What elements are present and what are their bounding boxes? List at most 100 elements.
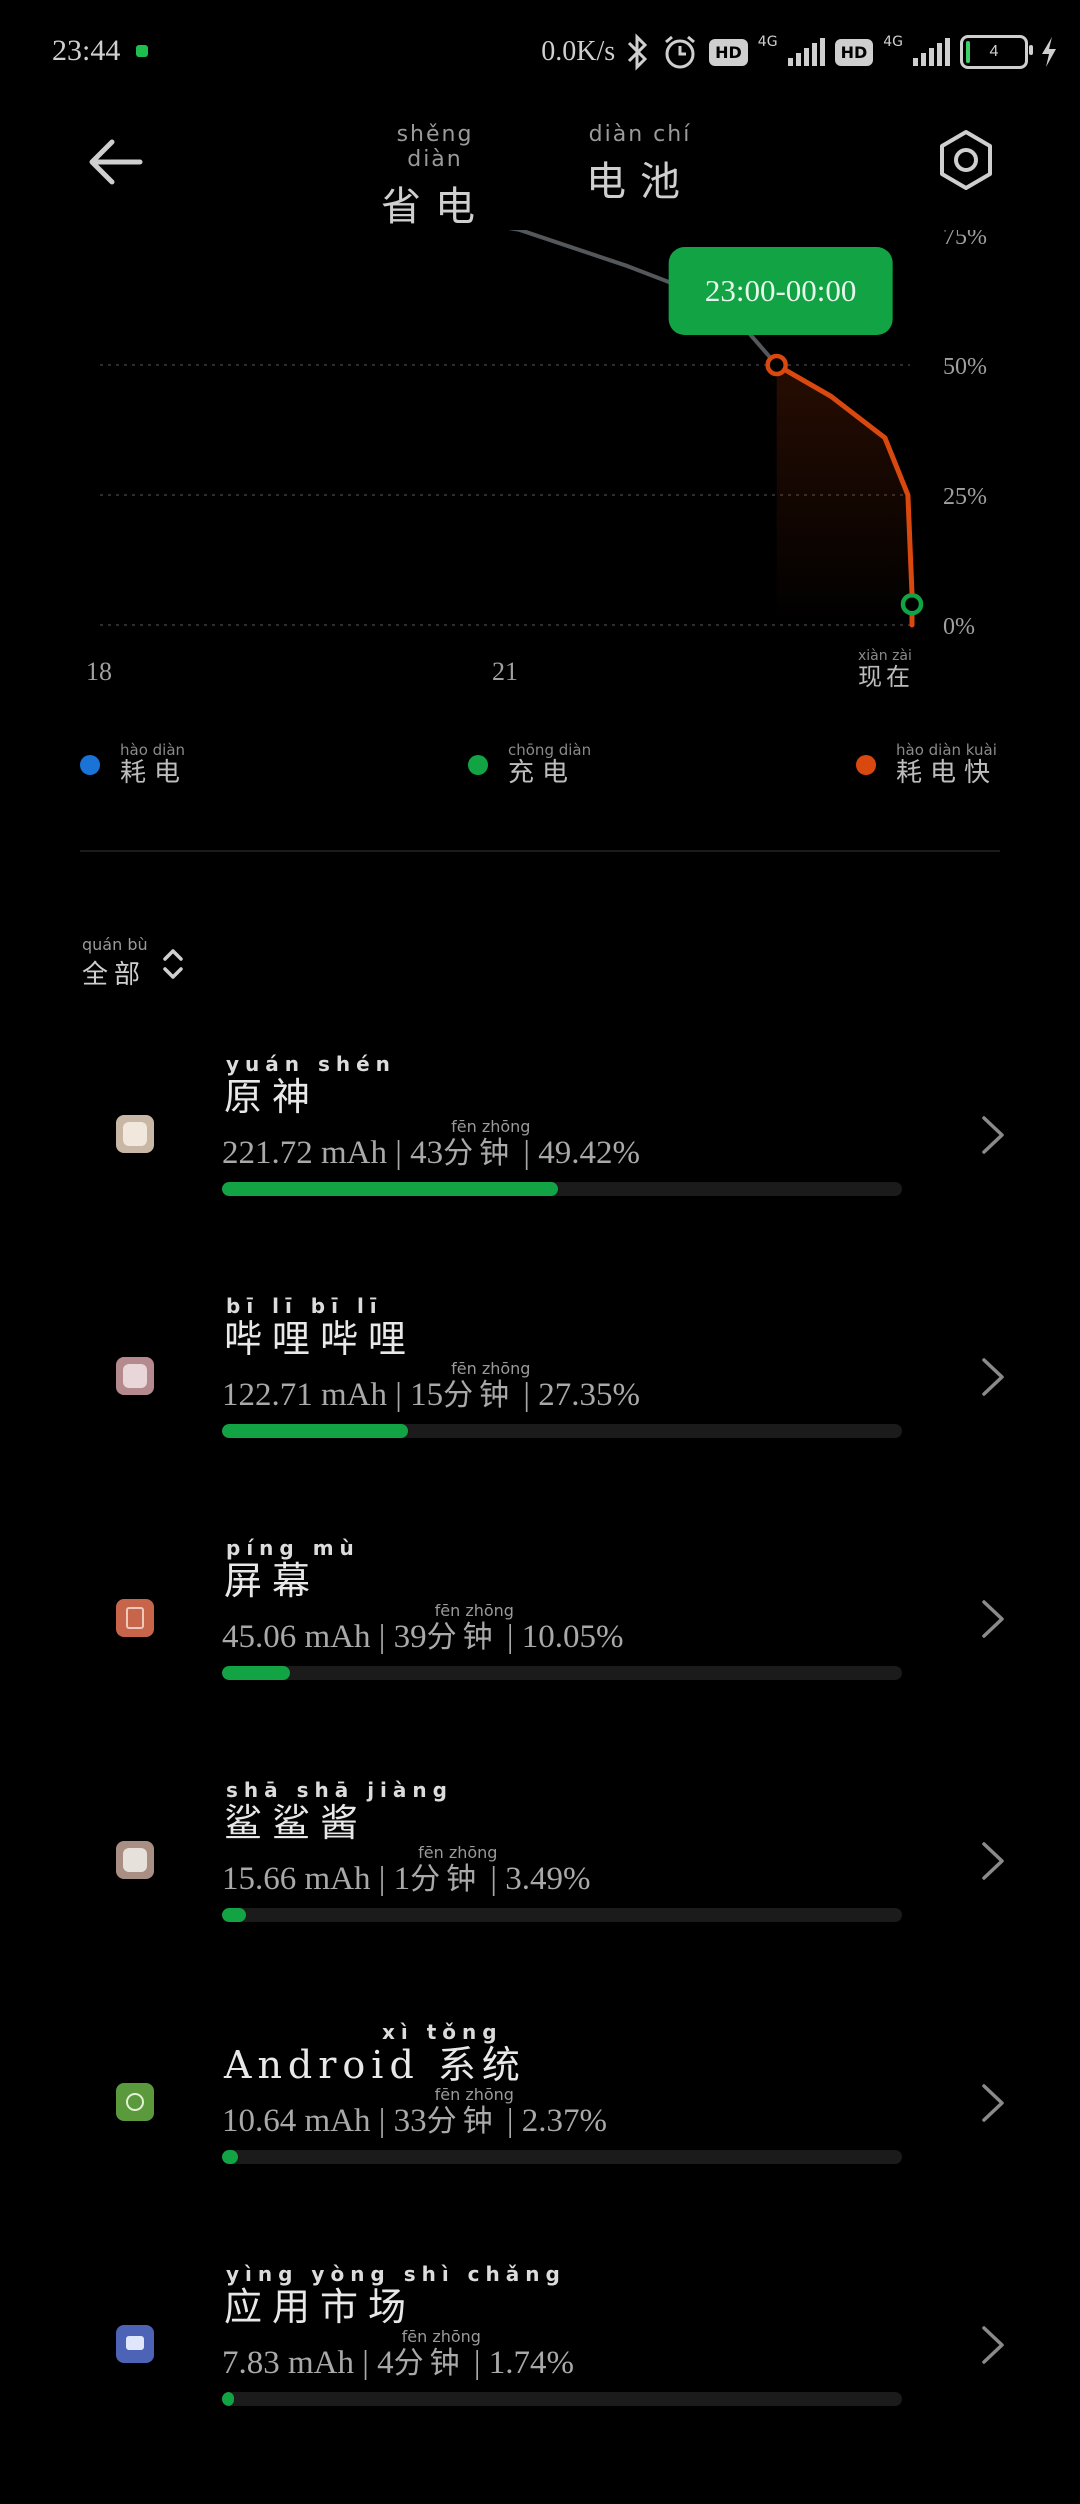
y-tick-label: 0%: [943, 614, 975, 640]
legend-item-charge: chōng diàn 充电: [468, 742, 591, 788]
settings-gear-icon[interactable]: [934, 128, 998, 192]
legend-charge-label: 充电: [508, 758, 577, 788]
app-percent: 27.35%: [538, 1377, 640, 1413]
app-stats: 122.71 mAh | 15 fēn zhōng 分钟 | 27.35%: [222, 1359, 640, 1413]
app-unit: 分钟: [443, 1378, 516, 1413]
app-percent: 3.49%: [505, 1861, 591, 1897]
chevron-right-icon[interactable]: [976, 1112, 1010, 1158]
signal-icon-2: [913, 38, 950, 66]
chart-marker: [900, 592, 924, 616]
app-row-genshin[interactable]: yuán shén 原神 221.72 mAh | 43 fēn zhōng 分钟 …: [0, 1052, 1080, 1294]
chart-marker: [765, 353, 788, 377]
back-arrow-icon[interactable]: [84, 130, 148, 194]
app-mah: 45.06 mAh: [222, 1619, 371, 1655]
app-percent: 2.37%: [521, 2103, 607, 2139]
unit-pinyin: fēn zhōng: [434, 2085, 514, 2104]
app-minutes: 33: [393, 2103, 427, 2139]
app-mah: 7.83 mAh: [222, 2345, 354, 2381]
legend-dot-drain: [80, 755, 100, 775]
usage-bar-fill: [222, 1182, 559, 1196]
status-time: 23:44: [52, 34, 121, 67]
selected-range-label: 23:00-00:00: [705, 273, 857, 308]
app-minutes: 1: [393, 1861, 411, 1897]
app-name: 应用市场: [224, 2285, 417, 2329]
tab-power-saving-pinyin: shěng diàn: [396, 122, 474, 172]
network-speed: 0.0K/s: [541, 36, 616, 67]
app-row-bilibili[interactable]: bī lī bī lī 哔哩哔哩 122.71 mAh | 15 fēn zhōn…: [0, 1294, 1080, 1536]
usage-bar-fill: [222, 2392, 234, 2406]
unit-pinyin: fēn zhōng: [451, 1359, 531, 1378]
x-tick-label: 21: [492, 657, 518, 686]
usage-bar-fill: [222, 1666, 291, 1680]
app-stats: 7.83 mAh | 4 fēn zhōng 分钟 | 1.74%: [222, 2327, 574, 2381]
app-minutes: 39: [393, 1619, 427, 1655]
chevron-right-icon[interactable]: [976, 2322, 1010, 2368]
notification-dot-icon: [136, 45, 148, 57]
usage-bar: [222, 2392, 902, 2406]
unit-pinyin: fēn zhōng: [434, 1601, 514, 1620]
status-bar: 23:44 0.0K/s HD 4G HD 4G 4: [0, 0, 1080, 110]
usage-bar-fill: [222, 2150, 239, 2164]
app-icon-screen: [116, 1599, 154, 1637]
legend-charge-pinyin: chōng diàn: [508, 741, 592, 759]
app-stats: 15.66 mAh | 1 fēn zhōng 分钟 | 3.49%: [222, 1843, 591, 1897]
signal-icon-1: [787, 38, 825, 66]
battery-level: 4: [989, 43, 999, 60]
app-name: 屏幕: [224, 1559, 321, 1603]
chevron-right-icon[interactable]: [976, 1354, 1010, 1400]
usage-bar-fill: [222, 1424, 408, 1438]
charging-icon: [1042, 37, 1056, 67]
app-row-android-system[interactable]: xì tǒng Android 系统 10.64 mAh | 33 fēn zhō…: [0, 2020, 1080, 2262]
app-name: 哔哩哔哩: [224, 1317, 417, 1361]
tab-battery-pinyin: diàn chí: [588, 122, 692, 147]
legend-drain-label: 耗电: [120, 758, 189, 788]
x-now-label: 现在: [858, 663, 914, 691]
app-stats: 10.64 mAh | 33 fēn zhōng 分钟 | 2.37%: [222, 2085, 607, 2139]
app-unit: 分钟: [426, 2104, 499, 2139]
filter-label: 全部: [82, 960, 147, 990]
app-icon-android-system: [116, 2083, 154, 2121]
legend-fast-drain-pinyin: hào diàn kuài: [896, 741, 997, 759]
app-row-shashajiang[interactable]: shā shā jiàng 鲨鲨酱 15.66 mAh | 1 fēn zhōng…: [0, 1778, 1080, 2020]
app-mah: 15.66 mAh: [222, 1861, 371, 1897]
legend-fast-drain-label: 耗电快: [896, 758, 999, 788]
filter-dropdown[interactable]: quán bù 全部: [82, 936, 186, 991]
usage-bar-fill: [222, 1908, 246, 1922]
tab-battery[interactable]: diàn chí 电池: [585, 122, 695, 207]
app-minutes: 4: [377, 2345, 394, 2381]
chevron-right-icon[interactable]: [976, 1596, 1010, 1642]
battery-icon: 4: [960, 35, 1033, 69]
app-row-app-market[interactable]: yìng yòng shì chǎng 应用市场 7.83 mAh | 4 fēn…: [0, 2262, 1080, 2504]
legend-dot-fast-drain: [856, 755, 876, 775]
app-unit: 分钟: [443, 1136, 516, 1171]
tab-power-saving[interactable]: shěng diàn 省电: [370, 122, 500, 232]
status-icons: 0.0K/s HD 4G HD 4G 4: [541, 28, 1060, 76]
app-stats: 221.72 mAh | 43 fēn zhōng 分钟 | 49.42%: [222, 1117, 640, 1171]
app-percent: 10.05%: [521, 1619, 624, 1655]
chevron-right-icon[interactable]: [976, 1838, 1010, 1884]
app-unit: 分钟: [393, 2346, 466, 2381]
app-icon-genshin: [116, 1115, 154, 1153]
network-type-1: 4G: [757, 34, 778, 50]
filter-pinyin: quán bù: [82, 935, 148, 954]
unit-pinyin: fēn zhōng: [401, 2327, 481, 2346]
usage-bar: [222, 1908, 902, 1922]
app-unit: 分钟: [426, 1620, 499, 1655]
app-icon-app-market: [116, 2325, 154, 2363]
unit-pinyin: fēn zhōng: [451, 1117, 531, 1136]
tab-power-saving-label: 省电: [381, 184, 489, 230]
y-tick-label: 75%: [943, 230, 987, 250]
hd-badge-1: HD: [709, 38, 748, 66]
y-tick-label: 25%: [943, 484, 987, 510]
app-mah: 221.72 mAh: [222, 1135, 387, 1171]
app-row-screen[interactable]: píng mù 屏幕 45.06 mAh | 39 fēn zhōng 分钟 | 1…: [0, 1536, 1080, 1778]
chevron-up-down-icon: [162, 948, 183, 979]
x-tick-label: 18: [86, 657, 112, 686]
chevron-right-icon[interactable]: [976, 2080, 1010, 2126]
bluetooth-icon: [628, 33, 648, 71]
tab-battery-label: 电池: [586, 159, 694, 205]
legend-drain-pinyin: hào diàn: [120, 741, 186, 759]
battery-level-chart[interactable]: 75% 50% 25% 0% 23:00-00:00 18 21 xiàn zài现在: [0, 230, 1080, 710]
app-mah: 10.64 mAh: [222, 2103, 371, 2139]
network-type-2: 4G: [883, 34, 903, 50]
